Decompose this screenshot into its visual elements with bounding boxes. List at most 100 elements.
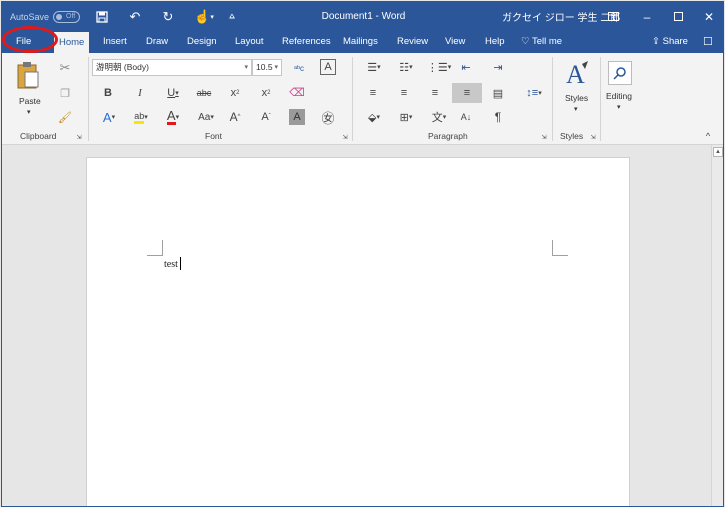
styles-group-label: Styles bbox=[560, 131, 584, 141]
tab-insert[interactable]: Insert bbox=[103, 31, 127, 53]
font-size-value: 10.5 bbox=[256, 62, 273, 72]
cut-icon[interactable]: ✂ bbox=[56, 59, 74, 77]
search-icon[interactable] bbox=[608, 61, 632, 85]
maximize-icon[interactable] bbox=[661, 2, 695, 31]
lightbulb-icon: ♡ bbox=[521, 36, 530, 47]
styles-dropdown-icon[interactable]: ▾ bbox=[574, 105, 578, 113]
font-name-combo[interactable]: 游明朝 (Body) ▾ bbox=[92, 59, 252, 76]
clipboard-group-label: Clipboard bbox=[20, 131, 57, 141]
shading-icon[interactable]: ⬙ ▾ bbox=[362, 109, 386, 125]
align-center-icon[interactable]: ≡ bbox=[396, 85, 412, 101]
margin-corner-top-left bbox=[147, 240, 163, 256]
tab-review[interactable]: Review bbox=[397, 31, 428, 53]
line-spacing-icon[interactable]: ↕≡ ▾ bbox=[522, 85, 546, 101]
scroll-up-icon[interactable]: ▲ bbox=[713, 147, 723, 157]
character-shading-icon[interactable]: A bbox=[289, 109, 305, 125]
enclose-characters-icon[interactable]: ㊛ bbox=[320, 109, 336, 126]
tab-draw[interactable]: Draw bbox=[146, 31, 168, 53]
separator bbox=[600, 57, 601, 141]
borders-icon[interactable]: ⊞ ▾ bbox=[394, 109, 418, 125]
decrease-indent-icon[interactable]: ⇤ bbox=[458, 59, 474, 75]
close-icon[interactable]: ✕ bbox=[692, 2, 723, 31]
text-effects-icon[interactable]: ⌫ bbox=[289, 84, 305, 100]
editing-label[interactable]: Editing bbox=[606, 91, 632, 101]
copy-icon[interactable]: ❐ bbox=[56, 84, 74, 102]
tab-design[interactable]: Design bbox=[187, 31, 217, 53]
multilevel-list-icon[interactable]: ⋮☰ ▾ bbox=[427, 59, 451, 75]
clear-formatting-icon[interactable]: A bbox=[320, 59, 336, 75]
collapse-ribbon-icon[interactable]: ^ bbox=[702, 131, 714, 141]
tab-references[interactable]: References bbox=[282, 31, 331, 53]
increase-indent-icon[interactable]: ⇥ bbox=[490, 59, 506, 75]
align-left-icon[interactable]: ≡ bbox=[365, 85, 381, 101]
word-window: AutoSave Off ↶ ↻ ☝ ▾ ⩠ Document1 - Word ガ… bbox=[1, 1, 724, 507]
chevron-down-icon[interactable]: ▾ bbox=[274, 60, 278, 75]
paste-dropdown-icon[interactable]: ▾ bbox=[27, 108, 31, 116]
styles-launcher-icon[interactable]: ⇲ bbox=[589, 133, 597, 141]
minimize-icon[interactable]: – bbox=[630, 2, 664, 31]
tell-me-label: Tell me bbox=[532, 36, 563, 47]
save-icon[interactable] bbox=[91, 2, 113, 31]
autosave-label: AutoSave bbox=[10, 11, 50, 22]
highlighter-icon[interactable]: ab ▾ bbox=[130, 109, 152, 125]
asian-layout-icon[interactable]: 文 ▾ bbox=[427, 109, 451, 125]
grow-font-icon[interactable]: A ^ bbox=[227, 109, 243, 125]
ribbon-tabs: File Home Insert Draw Design Layout Refe… bbox=[2, 31, 723, 53]
font-color-icon[interactable]: A ▾ bbox=[162, 109, 184, 125]
editing-dropdown-icon[interactable]: ▾ bbox=[617, 103, 621, 111]
tell-me-search[interactable]: ♡ Tell me bbox=[521, 31, 562, 53]
ribbon-display-options-icon[interactable] bbox=[596, 2, 630, 31]
customize-qat-icon[interactable]: ⩠ bbox=[221, 2, 243, 31]
distributed-icon[interactable]: ▤ bbox=[490, 85, 506, 101]
bullets-icon[interactable]: ☰ ▾ bbox=[362, 59, 386, 75]
touch-mode-icon[interactable]: ☝ ▾ bbox=[190, 2, 218, 31]
change-case-icon[interactable]: ᵃᵇc bbox=[290, 58, 308, 78]
separator bbox=[88, 57, 89, 141]
bold-icon[interactable]: B bbox=[100, 85, 116, 101]
format-painter-icon[interactable]: 🖌 bbox=[56, 108, 74, 126]
redo-icon[interactable]: ↻ bbox=[157, 2, 179, 31]
text-cursor bbox=[180, 257, 181, 270]
ribbon-home: Paste ▾ ✂ ❐ 🖌 Clipboard ⇲ 游明朝 (Body) ▾ 1… bbox=[2, 53, 723, 145]
share-button[interactable]: ⇪ Share bbox=[652, 31, 688, 53]
justify-icon[interactable]: ≡ bbox=[452, 83, 482, 103]
document-body-text[interactable]: test bbox=[164, 259, 178, 270]
share-label: Share bbox=[662, 36, 688, 47]
tab-help[interactable]: Help bbox=[485, 31, 505, 53]
vertical-scrollbar[interactable]: ▲ bbox=[711, 145, 723, 506]
italic-icon[interactable]: I bbox=[132, 85, 148, 101]
underline-icon[interactable]: U ▾ bbox=[162, 85, 184, 101]
shrink-font-icon[interactable]: Aˇ bbox=[258, 109, 274, 125]
font-launcher-icon[interactable]: ⇲ bbox=[341, 133, 349, 141]
comments-icon[interactable]: ☐ bbox=[703, 31, 713, 53]
chevron-down-icon[interactable]: ▾ bbox=[244, 60, 248, 75]
undo-icon[interactable]: ↶ bbox=[124, 2, 146, 31]
font-size-combo[interactable]: 10.5 ▾ bbox=[252, 59, 282, 76]
paste-label[interactable]: Paste bbox=[19, 96, 41, 106]
document-page[interactable]: test bbox=[86, 157, 630, 506]
paste-icon[interactable] bbox=[13, 59, 43, 91]
numbering-icon[interactable]: ☷ ▾ bbox=[394, 59, 418, 75]
styles-icon[interactable]: A bbox=[563, 59, 591, 89]
align-right-icon[interactable]: ≡ bbox=[427, 85, 443, 101]
margin-corner-top-right bbox=[552, 240, 568, 256]
autosave-switch[interactable]: Off bbox=[53, 10, 81, 23]
share-icon: ⇪ bbox=[652, 36, 660, 47]
text-effects-a-icon[interactable]: A ▾ bbox=[98, 109, 120, 125]
title-bar: AutoSave Off ↶ ↻ ☝ ▾ ⩠ Document1 - Word ガ… bbox=[2, 2, 723, 31]
tab-home[interactable]: Home bbox=[54, 32, 90, 53]
paragraph-launcher-icon[interactable]: ⇲ bbox=[540, 133, 548, 141]
tab-mailings[interactable]: Mailings bbox=[343, 31, 378, 53]
change-case-aa-icon[interactable]: Aa ▾ bbox=[195, 109, 217, 125]
superscript-icon[interactable]: x2 bbox=[258, 85, 274, 101]
sort-icon[interactable]: A↓ bbox=[458, 109, 474, 125]
strikethrough-icon[interactable]: abc bbox=[195, 85, 213, 101]
clipboard-launcher-icon[interactable]: ⇲ bbox=[75, 133, 83, 141]
separator bbox=[352, 57, 353, 141]
subscript-icon[interactable]: x2 bbox=[227, 85, 243, 101]
styles-label[interactable]: Styles bbox=[565, 93, 588, 103]
show-marks-icon[interactable]: ¶ bbox=[490, 109, 506, 125]
document-canvas[interactable]: test ▲ bbox=[2, 145, 723, 506]
tab-view[interactable]: View bbox=[445, 31, 465, 53]
tab-layout[interactable]: Layout bbox=[235, 31, 264, 53]
